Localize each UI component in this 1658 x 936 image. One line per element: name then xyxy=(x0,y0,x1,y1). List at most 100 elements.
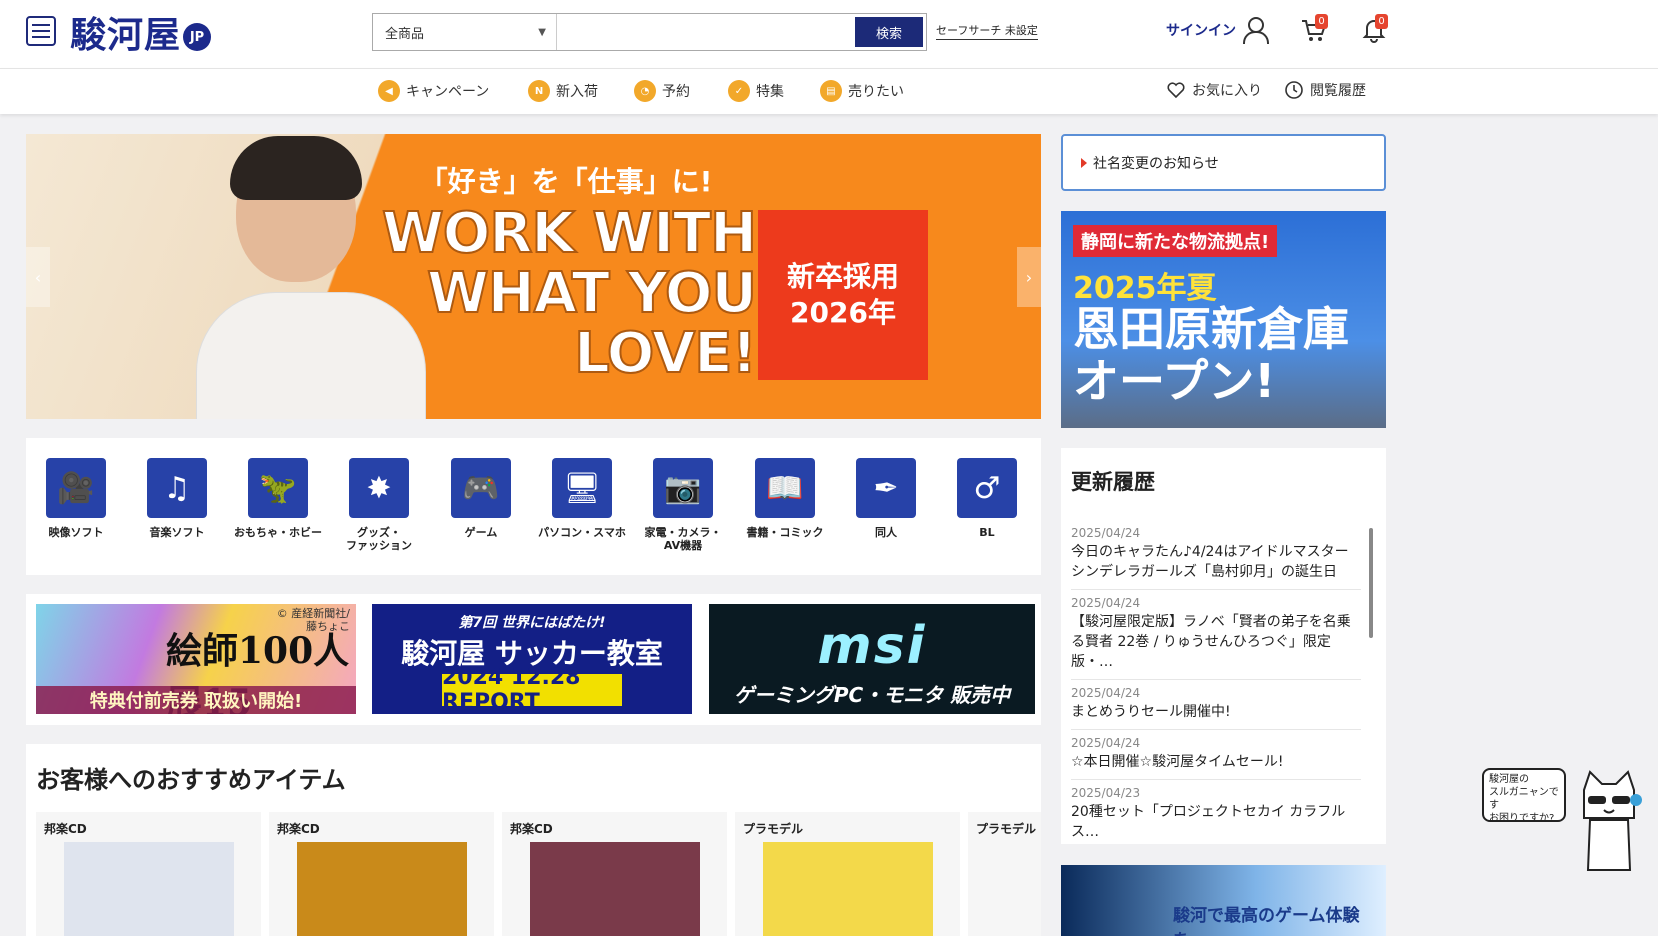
list-item[interactable]: 2025/04/24 ☆本日開催☆駿河屋タイムセール! xyxy=(1071,730,1361,780)
promo-banner-report: 2024 12.28 REPORT xyxy=(442,665,622,714)
list-item[interactable]: 2025/04/24 今日のキャラたん♪4/24はアイドルマスター シンデレラガ… xyxy=(1071,520,1361,590)
music-note-icon: ♫ xyxy=(147,458,207,518)
category-label: 音楽ソフト xyxy=(149,526,205,539)
section-title: お客様へのおすすめアイテム xyxy=(36,766,346,794)
nav-reservation[interactable]: ◔ 予約 xyxy=(634,80,690,102)
search-category-value: 全商品 xyxy=(385,26,425,42)
update-text: ☆本日開催☆駿河屋タイムセール! xyxy=(1071,754,1284,770)
promo-banner-msi[interactable]: msi ゲーミングPC・モニタ 販売中 xyxy=(709,604,1035,714)
category-video[interactable]: 🎥 映像ソフト xyxy=(26,458,126,539)
category-music[interactable]: ♫ 音楽ソフト xyxy=(127,458,227,539)
category-electronics[interactable]: 📷 家電・カメラ・ AV機器 xyxy=(633,458,733,552)
history-link[interactable]: 閲覧履歴 xyxy=(1284,80,1366,100)
carousel-next-button[interactable]: › xyxy=(1017,247,1041,307)
update-date: 2025/04/23 xyxy=(1071,786,1141,800)
megaphone-icon: ◀ xyxy=(378,80,400,102)
safesearch-link[interactable]: セーフサーチ 未設定 xyxy=(936,22,1038,40)
promo-banner-soccer[interactable]: 第7回 世界にはばたけ! 駿河屋 サッカー教室 2024 12.28 REPOR… xyxy=(372,604,692,714)
favorites-label: お気に入り xyxy=(1192,83,1262,99)
site-logo[interactable]: 駿河屋 JP xyxy=(70,6,212,58)
quill-pen-icon: ✒ xyxy=(856,458,916,518)
video-camera-icon: 🎥 xyxy=(46,458,106,518)
nav-feature[interactable]: ✓ 特集 xyxy=(728,80,784,102)
hero-headline-line3: LOVE! xyxy=(573,321,758,386)
chat-mascot[interactable]: 駿河屋の スルガニャンです お困りですか? xyxy=(1482,762,1652,882)
product-card[interactable]: 邦楽CD xyxy=(36,812,261,936)
product-card[interactable]: 邦楽CD xyxy=(502,812,727,936)
category-toys[interactable]: 🦖 おもちゃ・ホビー xyxy=(228,458,328,539)
search-category-select[interactable]: 全商品 ▼ xyxy=(373,14,557,50)
history-label: 閲覧履歴 xyxy=(1310,83,1366,99)
promo-banner-logo: msi xyxy=(817,616,927,676)
notification-button[interactable]: 0 xyxy=(1360,14,1388,44)
favorites-link[interactable]: お気に入り xyxy=(1166,80,1262,100)
category-label: グッズ・ ファッション xyxy=(346,526,412,552)
chevron-down-icon: ▼ xyxy=(538,26,546,38)
carousel-prev-button[interactable]: ‹ xyxy=(26,247,50,307)
logo-jp-badge: JP xyxy=(183,23,212,51)
nav-sell[interactable]: ▤ 売りたい xyxy=(820,80,904,102)
hero-hair xyxy=(230,136,362,200)
promo-banner-small-title: 第7回 世界にはばたけ! xyxy=(458,615,606,631)
banner-main-line2: オープン! xyxy=(1073,354,1276,408)
category-grid: 🎥 映像ソフト ♫ 音楽ソフト 🦖 おもちゃ・ホビー ✸ グッズ・ ファッション… xyxy=(26,438,1041,575)
category-label: ゲーム xyxy=(464,526,498,539)
search-button[interactable]: 検索 xyxy=(855,17,923,47)
hero-carousel[interactable]: 「好き」を「仕事」に! WORK WITH WHAT YOU LOVE! 新卒採… xyxy=(26,134,1041,419)
hero-headline-line2: WHAT YOU xyxy=(426,261,758,326)
list-item[interactable]: 2025/04/24 【駿河屋限定版】ラノベ「賢者の弟子を名乗る賢者 22巻 /… xyxy=(1071,590,1361,680)
nav-feature-label: 特集 xyxy=(756,84,784,100)
clock-icon xyxy=(1285,81,1303,99)
banner-year: 2025年夏 xyxy=(1073,271,1217,306)
update-date: 2025/04/24 xyxy=(1071,596,1141,610)
product-category: プラモデル xyxy=(976,822,1037,836)
category-goods[interactable]: ✸ グッズ・ ファッション xyxy=(329,458,429,552)
product-card[interactable]: 邦楽CD xyxy=(269,812,494,936)
category-label: 家電・カメラ・ AV機器 xyxy=(644,526,722,552)
nav-campaign[interactable]: ◀ キャンペーン xyxy=(378,80,489,102)
product-image xyxy=(64,842,234,936)
new-icon: N xyxy=(528,80,550,102)
product-card[interactable]: プラモデル xyxy=(735,812,960,936)
product-category: 邦楽CD xyxy=(277,822,320,836)
scrollbar-thumb[interactable] xyxy=(1369,528,1373,638)
gaming-banner[interactable]: 駿河で最高のゲーム体験を。 xyxy=(1061,865,1386,936)
caret-right-icon xyxy=(1081,157,1087,168)
warehouse-banner[interactable]: 静岡に新たな物流拠点! 2025年夏 恩田原新倉庫 オープン! xyxy=(1061,211,1386,428)
update-date: 2025/04/24 xyxy=(1071,526,1141,540)
product-image xyxy=(763,842,933,936)
list-item[interactable]: 2025/04/23 20種セット「プロジェクトセカイ カラフルス… xyxy=(1071,780,1361,838)
search-input[interactable] xyxy=(557,14,855,50)
signin-label: サインイン xyxy=(1166,23,1236,39)
nav-new-arrivals[interactable]: N 新入荷 xyxy=(528,80,598,102)
update-history-list[interactable]: 2025/04/24 今日のキャラたん♪4/24はアイドルマスター シンデレラガ… xyxy=(1071,520,1361,838)
category-games[interactable]: 🎮 ゲーム xyxy=(431,458,531,539)
company-name-change-notice[interactable]: 社名変更のお知らせ xyxy=(1061,134,1386,191)
category-label: BL xyxy=(979,526,995,539)
hero-headline-line1: WORK WITH xyxy=(381,201,758,266)
category-doujin[interactable]: ✒ 同人 xyxy=(836,458,936,539)
menu-icon[interactable] xyxy=(26,16,56,46)
hero-headline: WORK WITH WHAT YOU LOVE! xyxy=(376,201,758,386)
promo-banner-eshi[interactable]: © 産経新聞社/ 藤ちょこ 絵師100人展15 特典付前売券 取扱い開始! xyxy=(36,604,356,714)
hero-recruit-line1: 新卒採用 xyxy=(786,259,899,293)
nav-sell-label: 売りたい xyxy=(848,84,904,100)
list-item[interactable]: 2025/04/24 まとめうりセール開催中! xyxy=(1071,680,1361,730)
scrollbar[interactable] xyxy=(1368,518,1374,814)
hero-recruit-box: 新卒採用 2026年 xyxy=(758,210,928,380)
signin-link[interactable]: サインイン xyxy=(1166,16,1269,44)
category-pc[interactable]: 🖥 パソコン・スマホ xyxy=(532,458,632,539)
devices-icon: 🖥 xyxy=(552,458,612,518)
chevron-left-icon: ‹ xyxy=(34,267,42,287)
cart-button[interactable]: 0 xyxy=(1300,14,1328,44)
banner-main-line1: 恩田原新倉庫 xyxy=(1073,302,1349,356)
promo-banner-row: © 産経新聞社/ 藤ちょこ 絵師100人展15 特典付前売券 取扱い開始! 第7… xyxy=(26,594,1041,725)
product-card[interactable]: プラモデル xyxy=(968,812,1041,936)
shield-icon: ✓ xyxy=(728,80,750,102)
recommendation-section: お客様へのおすすめアイテム 邦楽CD 邦楽CD 邦楽CD プラモデル プラモデル xyxy=(26,744,1041,936)
category-label: 映像ソフト xyxy=(48,526,104,539)
product-image xyxy=(530,842,700,936)
category-books[interactable]: 📖 書籍・コミック xyxy=(735,458,835,539)
update-text: 20種セット「プロジェクトセカイ カラフルス… xyxy=(1071,804,1346,838)
category-bl[interactable]: ♂ BL xyxy=(937,458,1037,539)
